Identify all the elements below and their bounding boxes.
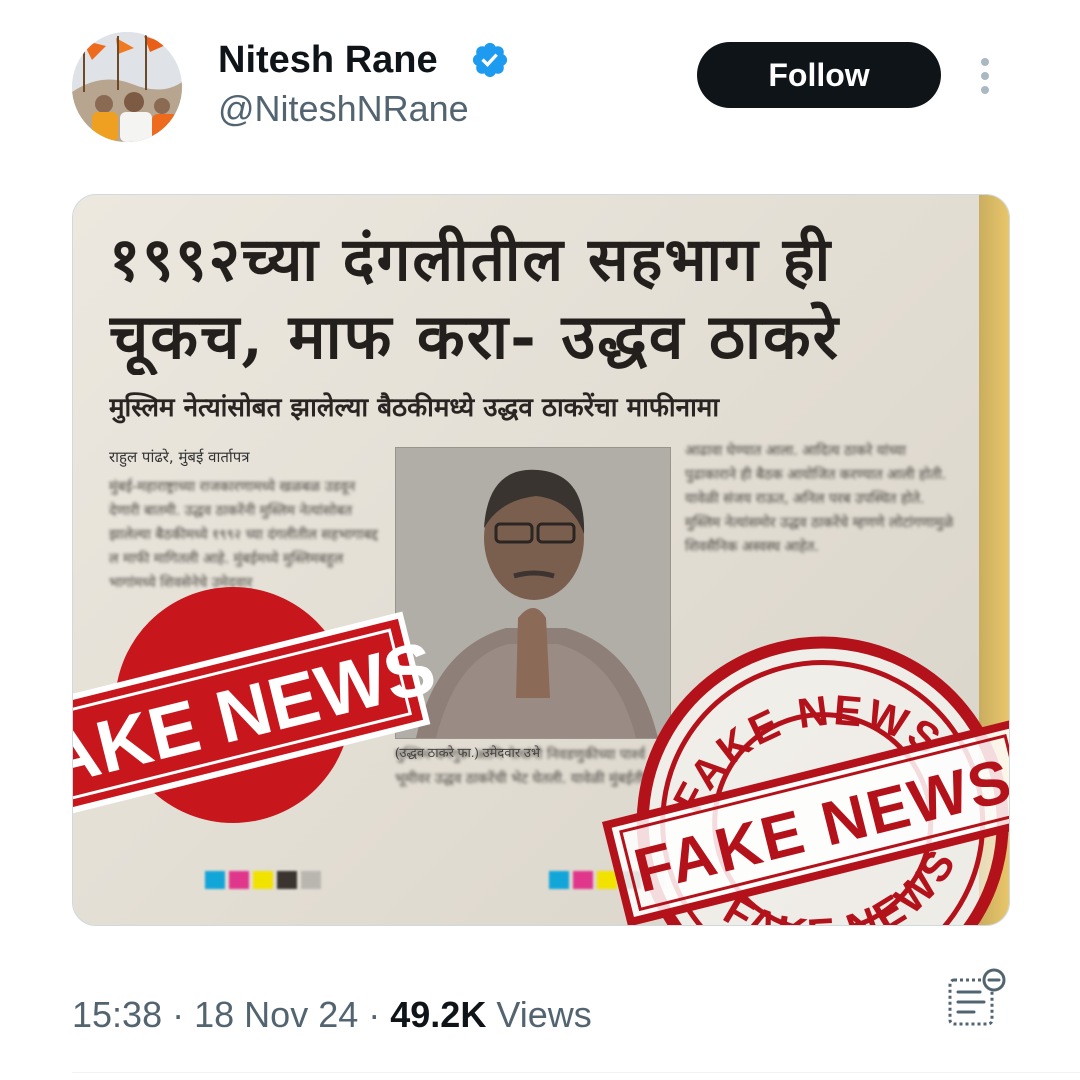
views-count: 49.2K xyxy=(390,994,487,1035)
subheadline: मुस्लिम नेत्यांसोबत झालेल्या बैठकीमध्ये … xyxy=(109,393,720,423)
meta-separator: · xyxy=(368,994,381,1035)
more-options-icon[interactable] xyxy=(975,56,995,96)
tweet-date[interactable]: 18 Nov 24 xyxy=(194,994,358,1035)
fake-news-seal-icon: FAKE NEWS FAKE NEWS FAKE NEWS xyxy=(601,636,1009,925)
print-registration-marks xyxy=(205,871,321,889)
follow-button[interactable]: Follow xyxy=(697,42,941,108)
views-label: Views xyxy=(496,994,592,1035)
fake-news-stamp-icon: FAKE NEWS xyxy=(73,587,443,823)
tweet-meta: 15:38 · 18 Nov 24 · 49.2K Views xyxy=(72,990,592,1040)
display-name[interactable]: Nitesh Rane xyxy=(218,38,438,82)
divider xyxy=(72,1072,1080,1073)
verified-badge-icon[interactable] xyxy=(470,40,510,80)
byline: राहुल पांढरे, मुंबई वार्तापत्र xyxy=(109,448,250,466)
reader-notes-icon[interactable] xyxy=(944,966,1008,1030)
user-handle[interactable]: @NiteshNRane xyxy=(218,88,469,130)
meta-separator: · xyxy=(172,994,185,1035)
headline-line-2: चूकच, माफ करा- उद्धव ठाकरे xyxy=(109,300,841,373)
tweet-time[interactable]: 15:38 xyxy=(72,994,162,1035)
headline-line-1: १९९२च्या दंगलीतील सहभाग ही xyxy=(109,225,833,295)
tweet-image[interactable]: १९९२च्या दंगलीतील सहभाग ही चूकच, माफ करा… xyxy=(72,194,1010,926)
crowd-photo-avatar-icon xyxy=(72,32,182,142)
avatar[interactable] xyxy=(72,32,182,142)
